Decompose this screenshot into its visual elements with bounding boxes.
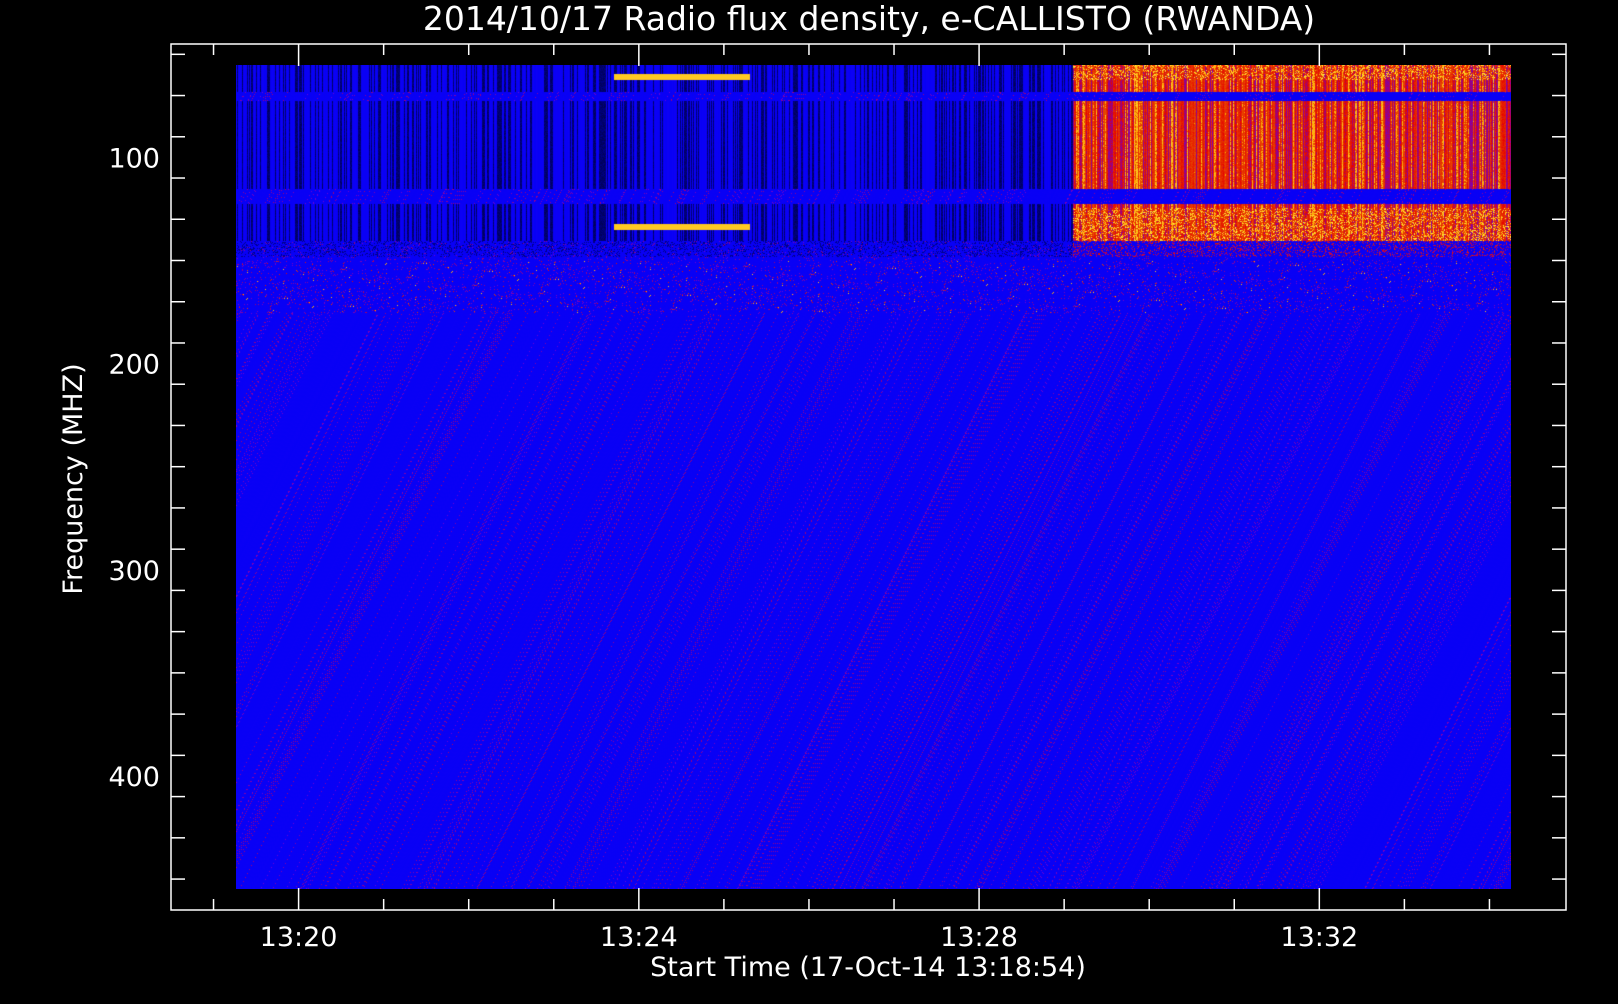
y-tick-label: 100 (108, 143, 160, 174)
x-tick-label: 13:20 (260, 922, 338, 953)
x-axis-label: Start Time (17-Oct-14 13:18:54) (650, 952, 1086, 983)
chart-title: 2014/10/17 Radio flux density, e-CALLIST… (423, 0, 1315, 38)
x-tick-label: 13:28 (940, 922, 1018, 953)
heatmap-image (236, 65, 1511, 889)
y-tick-label: 300 (108, 556, 160, 587)
y-tick-label: 200 (108, 350, 160, 381)
x-tick-label: 13:32 (1280, 922, 1358, 953)
x-tick-label: 13:24 (600, 922, 678, 953)
y-tick-label: 400 (108, 762, 160, 793)
spectrogram-figure: 13:20 13:24 13:28 13:32 100 200 300 400 2014/1… (0, 0, 1618, 1000)
y-axis-label: Frequency (MHZ) (58, 363, 89, 594)
spectrogram-chart: 13:20 13:24 13:28 13:32 100 200 300 400 2014/1… (0, 0, 1618, 1000)
heatmap-raster (236, 65, 1511, 889)
